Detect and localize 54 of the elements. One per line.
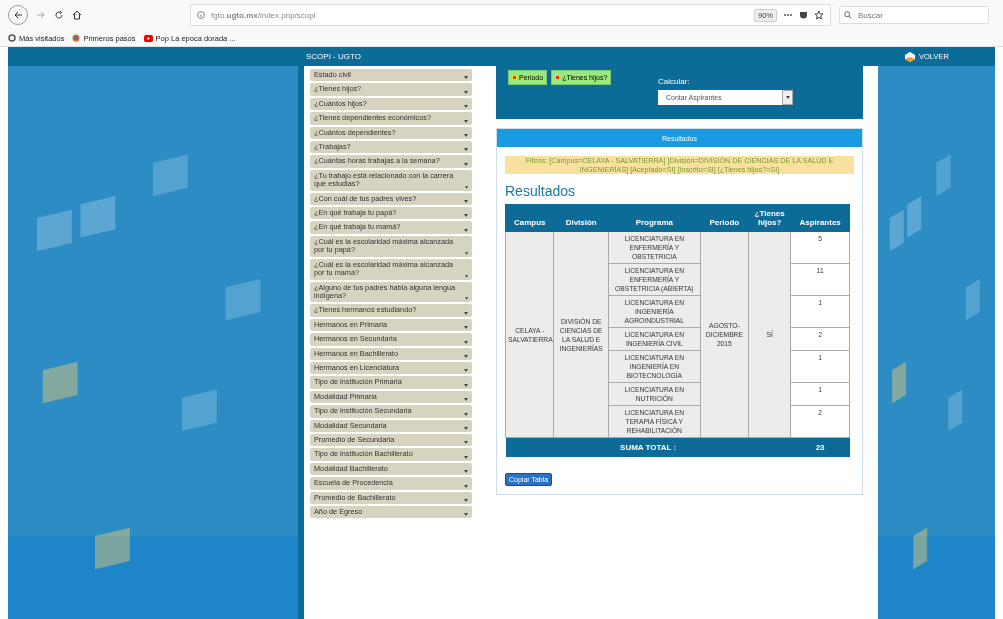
caret-icon: [464, 274, 468, 278]
caret-icon: [464, 513, 468, 517]
caret-icon: [464, 76, 468, 80]
caret-icon: [464, 311, 468, 315]
column-header: Aspirantes: [790, 204, 850, 232]
caret-icon: [464, 105, 468, 109]
caret-icon: [464, 354, 468, 358]
caret-icon: [464, 326, 468, 330]
caret-icon: [785, 96, 790, 99]
caret-icon: [464, 200, 468, 204]
column-header: Periodo: [700, 204, 749, 232]
caret-icon: [464, 251, 468, 255]
home-icon[interactable]: [72, 10, 82, 20]
star-icon[interactable]: [814, 10, 824, 20]
url-text: fgto.ugto.mx/index.php/scopi: [211, 10, 316, 20]
caret-icon: [464, 148, 468, 152]
forward-icon[interactable]: [36, 10, 46, 20]
total-label: SUMA TOTAL :: [505, 437, 791, 457]
logo-icon: [905, 51, 915, 62]
caret-icon: [464, 90, 468, 94]
caret-icon: [464, 228, 468, 232]
caret-icon: [464, 340, 468, 344]
calculate-label: Calcular:: [658, 77, 691, 86]
info-icon: [197, 11, 205, 19]
caret-icon: [464, 398, 468, 402]
column-header: División: [553, 204, 609, 232]
more-icon[interactable]: [783, 13, 793, 17]
video-play-icon: [143, 34, 153, 42]
remove-icon[interactable]: [512, 75, 517, 80]
caret-icon: [464, 383, 468, 387]
caret-icon: [464, 297, 468, 301]
column-header: Programa: [608, 204, 701, 232]
search-field[interactable]: Buscar: [839, 6, 989, 24]
caret-icon: [464, 484, 468, 488]
caret-icon: [464, 455, 468, 459]
remove-icon[interactable]: [555, 75, 561, 80]
results-heading: Resultados: [505, 183, 577, 199]
caret-icon: [464, 162, 468, 166]
caret-icon: [464, 134, 468, 138]
caret-icon: [464, 412, 468, 416]
caret-icon: [464, 441, 468, 445]
caret-icon: [464, 185, 468, 189]
caret-icon: [464, 499, 468, 502]
caret-icon: [464, 470, 468, 474]
column-header: Campus: [505, 204, 554, 232]
reload-icon[interactable]: [54, 10, 64, 20]
site-title: SCOPI - UGTO: [305, 52, 362, 61]
back-icon: [13, 10, 23, 20]
caret-icon: [464, 119, 468, 123]
column-header: ¿Tienes hijos?: [748, 204, 791, 232]
browser-logo-icon: [72, 34, 81, 42]
caret-icon: [464, 369, 468, 373]
caret-icon: [464, 214, 468, 218]
caret-icon: [464, 426, 468, 430]
